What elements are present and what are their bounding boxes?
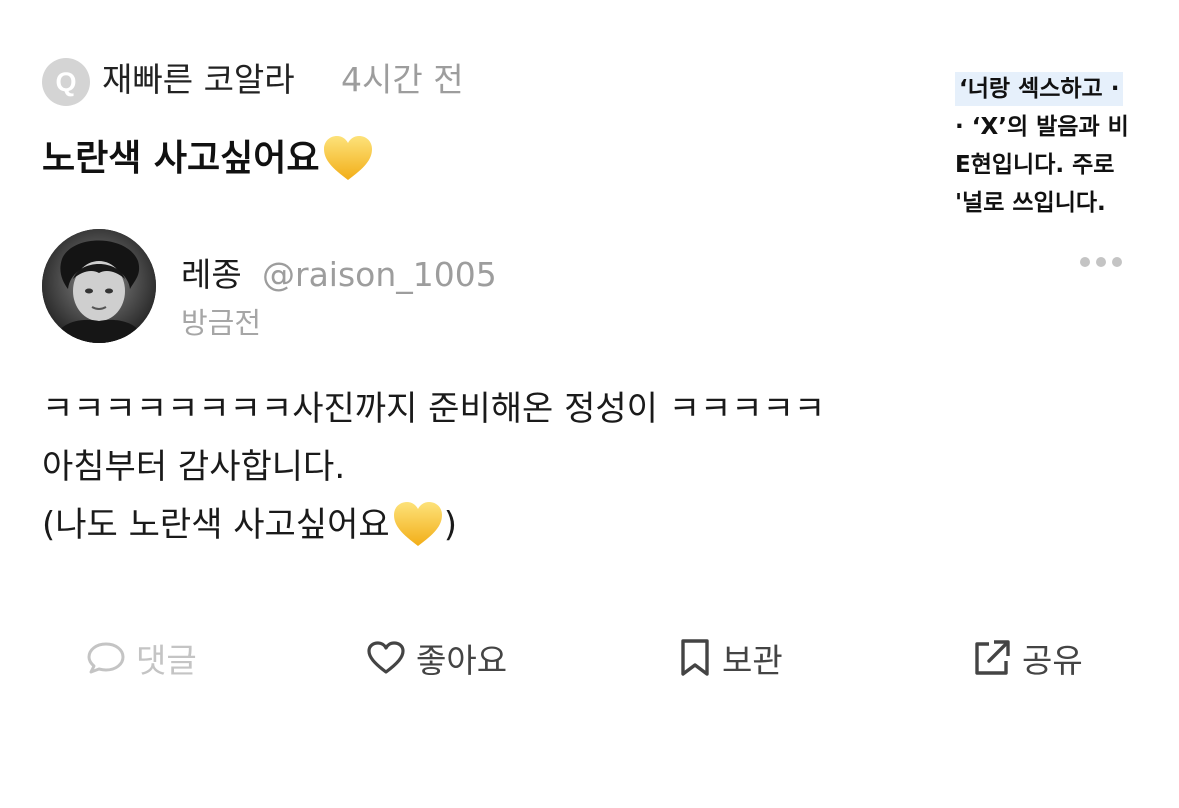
bookmark-icon xyxy=(681,639,709,676)
like-button[interactable]: 좋아요 xyxy=(366,630,507,686)
more-dot xyxy=(1112,257,1122,267)
comment-label: 댓글 xyxy=(136,641,197,680)
reply-author-name[interactable]: 레종 xyxy=(181,252,242,298)
question-time: 4시간 전 xyxy=(341,60,464,99)
reply-line: (나도 노란색 사고싶어요 ) xyxy=(42,496,825,554)
reply-author-handle[interactable]: @raison_1005 xyxy=(262,252,497,298)
comment-icon xyxy=(87,642,125,674)
thumbnail-text-line: E현입니다. 주로 xyxy=(955,152,1115,178)
yellow-heart-icon xyxy=(323,136,372,180)
more-dot xyxy=(1080,257,1090,267)
reply-line: ㅋㅋㅋㅋㅋㅋㅋㅋ사진까지 준비해온 정성이 ㅋㅋㅋㅋㅋ xyxy=(42,380,825,438)
reply-line-text: 아침부터 감사합니다. xyxy=(42,447,346,487)
action-bar: 댓글 좋아요 보관 공유 xyxy=(0,630,1179,686)
more-dot xyxy=(1096,257,1106,267)
share-label: 공유 xyxy=(1022,641,1083,680)
question-badge-icon: Q xyxy=(42,58,90,106)
question-title: 노란색 사고싶어요 xyxy=(42,130,374,188)
heart-outline-icon xyxy=(367,641,405,674)
thumbnail-text-line: ‘너랑 섹스하고 · xyxy=(955,72,1124,106)
avatar-image xyxy=(42,229,156,343)
comment-button[interactable]: 댓글 xyxy=(86,630,197,686)
save-button[interactable]: 보관 xyxy=(678,630,783,686)
thumbnail-text-line: '널로 쓰입니다. xyxy=(955,190,1106,216)
yellow-heart-icon xyxy=(393,502,442,546)
question-author[interactable]: 재빠른 코알라 xyxy=(102,56,295,104)
reply-line-text: ㅋㅋㅋㅋㅋㅋㅋㅋ사진까지 준비해온 정성이 ㅋㅋㅋㅋㅋ xyxy=(42,389,826,429)
reply-line-text: ) xyxy=(443,505,457,545)
thumbnail-text-line: · ‘X’의 발음과 비 xyxy=(955,114,1129,140)
question-title-text: 노란색 사고싶어요 xyxy=(42,138,320,179)
reply-time: 방금전 xyxy=(181,306,262,340)
attached-image-thumbnail[interactable]: ‘너랑 섹스하고 · · ‘X’의 발음과 비 E현입니다. 주로 '널로 쓰입… xyxy=(955,68,1136,228)
reply-body: ㅋㅋㅋㅋㅋㅋㅋㅋ사진까지 준비해온 정성이 ㅋㅋㅋㅋㅋ 아침부터 감사합니다. … xyxy=(42,380,825,554)
save-label: 보관 xyxy=(722,641,783,680)
like-label: 좋아요 xyxy=(416,641,508,680)
more-icon[interactable] xyxy=(1080,257,1122,267)
share-icon xyxy=(975,640,1010,675)
reply-line-text: (나도 노란색 사고싶어요 xyxy=(42,505,390,545)
reply-line: 아침부터 감사합니다. xyxy=(42,438,825,496)
share-button[interactable]: 공유 xyxy=(972,630,1083,686)
avatar[interactable] xyxy=(42,229,156,343)
